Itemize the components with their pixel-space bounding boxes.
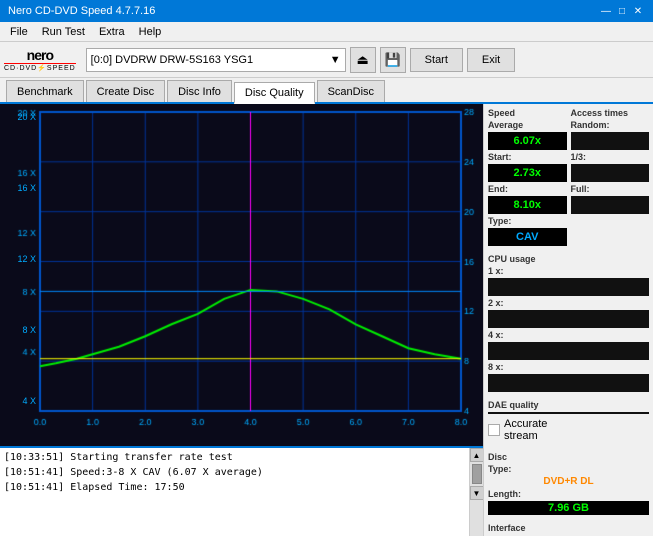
full-label: Full:: [571, 184, 650, 194]
cpu-section: CPU usage 1 x: 2 x: 4 x: 8 x:: [488, 254, 649, 392]
log-scrollbar[interactable]: ▲ ▼: [469, 448, 483, 536]
dae-value: [488, 412, 649, 414]
scroll-up-button[interactable]: ▲: [470, 448, 484, 462]
length-value: 7.96 GB: [488, 501, 649, 515]
cpu-8x-value: [488, 374, 649, 392]
log-area: [10:33:51] Starting transfer rate test […: [0, 446, 483, 536]
scroll-thumb[interactable]: [472, 464, 482, 484]
nero-logo-top: nero: [27, 47, 53, 63]
log-line-1: [10:33:51] Starting transfer rate test: [4, 450, 465, 465]
interface-section: Interface Burst rate:: [488, 523, 649, 536]
eject-button[interactable]: ⏏: [350, 47, 376, 73]
log-content: [10:33:51] Starting transfer rate test […: [0, 448, 469, 536]
speed-col: Speed Average 6.07x Start: 2.73x End: 8.…: [488, 108, 567, 246]
cpu-col: CPU usage 1 x: 2 x: 4 x: 8 x:: [488, 254, 649, 392]
disc-type-value: DVD+R DL: [488, 476, 649, 487]
full-value: [571, 196, 650, 214]
accurate-stream-label: Accuratestream: [504, 418, 547, 442]
close-button[interactable]: ✕: [631, 4, 645, 18]
nero-logo: nero CD·DVD⚡SPEED: [4, 47, 76, 72]
cpu-2x-label: 2 x:: [488, 298, 649, 308]
length-label: Length:: [488, 489, 649, 499]
end-speed-label: End:: [488, 184, 567, 194]
tab-create-disc[interactable]: Create Disc: [86, 80, 165, 102]
cpu-2x-value: [488, 310, 649, 328]
y-label-16: 16 X: [17, 183, 38, 193]
menu-help[interactable]: Help: [133, 24, 168, 40]
disc-type-label: Type:: [488, 464, 649, 474]
end-speed-value: 8.10x: [488, 196, 567, 214]
y-axis-left: 20 X 16 X 12 X 8 X 4 X: [2, 112, 38, 406]
y-label-20: 20 X: [17, 112, 38, 122]
access-col: Access times Random: 1/3: Full:: [571, 108, 650, 246]
log-line-2: [10:51:41] Speed:3-8 X CAV (6.07 X avera…: [4, 465, 465, 480]
cpu-1x-value: [488, 278, 649, 296]
random-label: Random:: [571, 120, 650, 130]
interface-col: Interface Burst rate:: [488, 523, 649, 536]
start-button[interactable]: Start: [410, 48, 463, 72]
right-panel: Speed Average 6.07x Start: 2.73x End: 8.…: [483, 104, 653, 536]
cpu-8x-label: 8 x:: [488, 362, 649, 372]
tab-scan-disc[interactable]: ScanDisc: [317, 80, 385, 102]
menu-bar: File Run Test Extra Help: [0, 22, 653, 42]
type-value: CAV: [488, 228, 567, 246]
speed-section: Speed Average 6.07x Start: 2.73x End: 8.…: [488, 108, 649, 246]
interface-section-title: Interface: [488, 523, 649, 533]
drive-label: [0:0] DVDRW DRW-5S163 YSG1: [91, 54, 253, 66]
menu-extra[interactable]: Extra: [93, 24, 131, 40]
toolbar: nero CD·DVD⚡SPEED [0:0] DVDRW DRW-5S163 …: [0, 42, 653, 78]
random-value: [571, 132, 650, 150]
start-speed-value: 2.73x: [488, 164, 567, 182]
log-line-3: [10:51:41] Elapsed Time: 17:50: [4, 480, 465, 495]
tab-benchmark[interactable]: Benchmark: [6, 80, 84, 102]
minimize-button[interactable]: —: [599, 4, 613, 18]
disc-section-title: Disc: [488, 452, 649, 462]
chart-container: 20 X 16 X 12 X 8 X 4 X: [0, 104, 483, 446]
one-third-label: 1/3:: [571, 152, 650, 162]
cpu-section-title: CPU usage: [488, 254, 649, 264]
tab-disc-info[interactable]: Disc Info: [167, 80, 232, 102]
y-label-8: 8 X: [22, 325, 38, 335]
title-bar-text: Nero CD-DVD Speed 4.7.7.16: [8, 5, 155, 17]
menu-run-test[interactable]: Run Test: [36, 24, 91, 40]
chart-canvas: [0, 104, 483, 446]
title-bar-controls: — □ ✕: [599, 4, 645, 18]
exit-button[interactable]: Exit: [467, 48, 515, 72]
accurate-stream-checkbox[interactable]: [488, 424, 500, 436]
speed-section-title: Speed: [488, 108, 567, 118]
type-label: Type:: [488, 216, 567, 226]
y-label-4: 4 X: [22, 396, 38, 406]
average-label: Average: [488, 120, 567, 130]
title-bar: Nero CD-DVD Speed 4.7.7.16 — □ ✕: [0, 0, 653, 22]
tabs: Benchmark Create Disc Disc Info Disc Qua…: [0, 78, 653, 104]
one-third-value: [571, 164, 650, 182]
y-label-12: 12 X: [17, 254, 38, 264]
main-content: 20 X 16 X 12 X 8 X 4 X [10:33:51] Starti…: [0, 104, 653, 536]
cpu-4x-label: 4 x:: [488, 330, 649, 340]
save-button[interactable]: 💾: [380, 47, 406, 73]
drive-selector[interactable]: [0:0] DVDRW DRW-5S163 YSG1 ▼: [86, 48, 346, 72]
accurate-stream-row: Accuratestream: [488, 418, 649, 442]
access-section-title: Access times: [571, 108, 650, 118]
maximize-button[interactable]: □: [615, 4, 629, 18]
nero-logo-bottom: CD·DVD⚡SPEED: [4, 63, 76, 72]
tab-disc-quality[interactable]: Disc Quality: [234, 82, 315, 104]
average-value: 6.07x: [488, 132, 567, 150]
cpu-1x-label: 1 x:: [488, 266, 649, 276]
cpu-4x-value: [488, 342, 649, 360]
drive-dropdown-icon: ▼: [330, 54, 341, 66]
start-speed-label: Start:: [488, 152, 567, 162]
chart-section: 20 X 16 X 12 X 8 X 4 X [10:33:51] Starti…: [0, 104, 483, 536]
menu-file[interactable]: File: [4, 24, 34, 40]
dae-section-title: DAE quality: [488, 400, 649, 410]
scroll-down-button[interactable]: ▼: [470, 486, 484, 500]
